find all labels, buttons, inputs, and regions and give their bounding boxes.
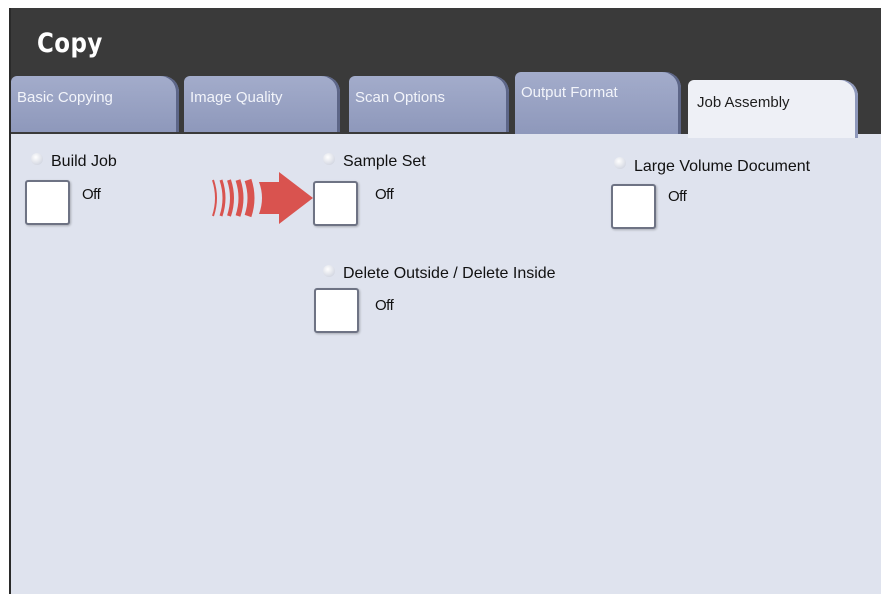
radio-indicator-icon bbox=[323, 265, 335, 277]
radio-indicator-icon bbox=[323, 153, 335, 165]
tab-bar: Basic Copying Image Quality Scan Options… bbox=[11, 8, 881, 138]
radio-indicator-icon bbox=[31, 153, 43, 165]
build-job-button[interactable] bbox=[25, 180, 70, 225]
sample-set-label: Sample Set bbox=[343, 153, 426, 170]
build-job-label: Build Job bbox=[51, 153, 117, 170]
delete-outside-inside-label: Delete Outside / Delete Inside bbox=[343, 265, 556, 282]
tab-label: Job Assembly bbox=[697, 94, 790, 111]
tab-label: Scan Options bbox=[355, 89, 446, 106]
copy-window: Copy Basic Copying Image Quality Scan Op… bbox=[9, 8, 881, 594]
radio-indicator-icon bbox=[614, 157, 626, 169]
delete-outside-inside-button[interactable] bbox=[314, 288, 359, 333]
tab-label: Image Quality bbox=[190, 89, 283, 106]
large-volume-button[interactable] bbox=[611, 184, 656, 229]
sample-set-state: Off bbox=[375, 186, 394, 203]
red-arrow-icon bbox=[212, 172, 313, 224]
sample-set-button[interactable] bbox=[313, 181, 358, 226]
tab-scan-options[interactable]: Scan Options bbox=[349, 76, 509, 132]
tab-label: Output Format bbox=[521, 84, 618, 101]
tab-job-assembly[interactable]: Job Assembly bbox=[688, 80, 858, 138]
large-volume-label: Large Volume Document bbox=[634, 158, 811, 175]
tab-basic-copying[interactable]: Basic Copying bbox=[11, 76, 179, 132]
build-job-state: Off bbox=[82, 186, 101, 203]
tab-label: Basic Copying bbox=[17, 89, 113, 106]
delete-outside-inside-state: Off bbox=[375, 297, 394, 314]
tab-image-quality[interactable]: Image Quality bbox=[184, 76, 340, 132]
large-volume-state: Off bbox=[668, 188, 687, 205]
tab-output-format[interactable]: Output Format bbox=[515, 72, 681, 134]
